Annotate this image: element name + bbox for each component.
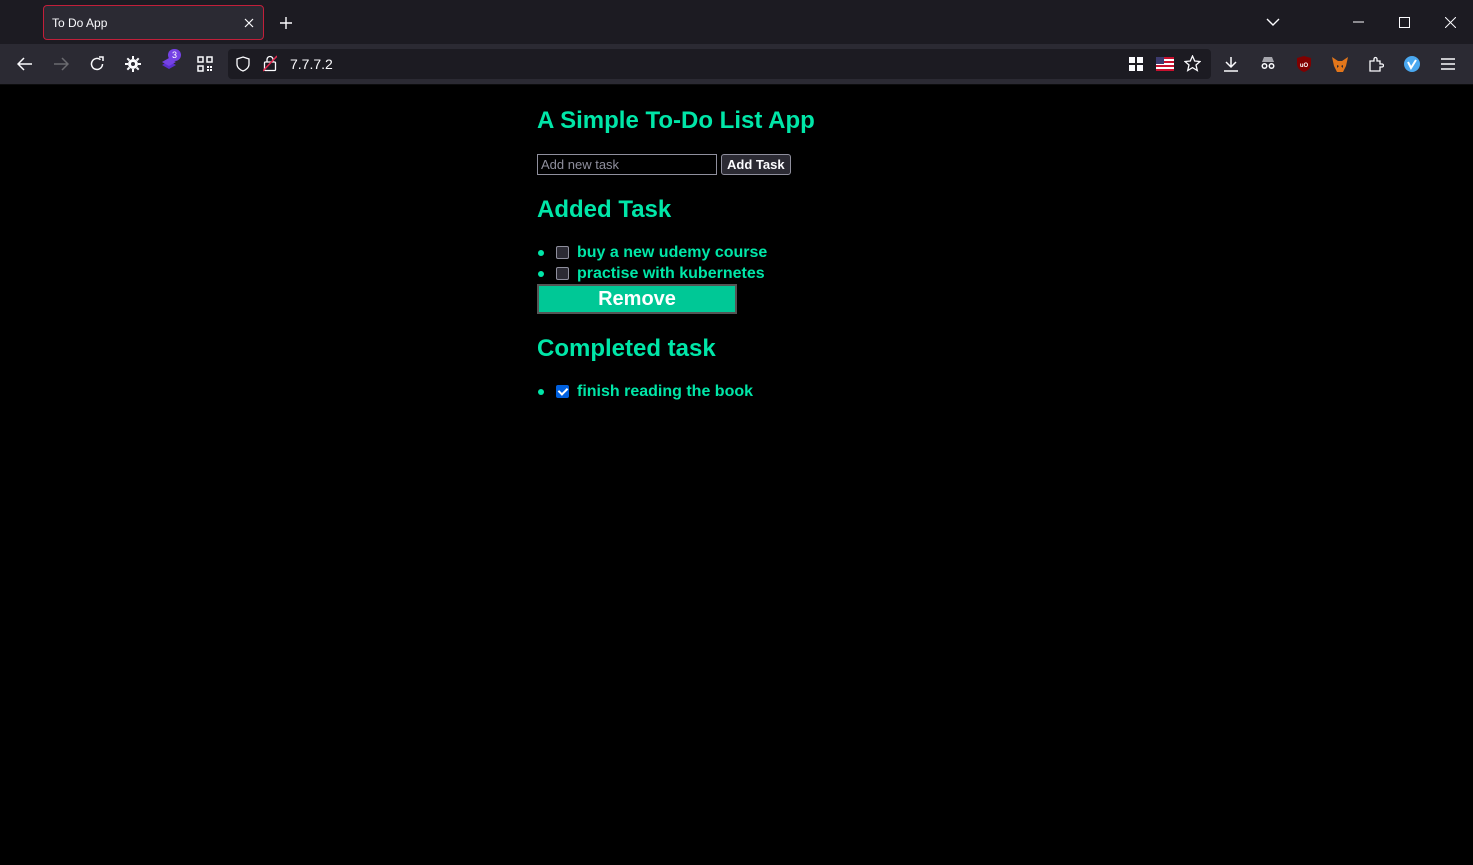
maximize-icon[interactable] <box>1381 0 1427 44</box>
insecure-lock-icon[interactable] <box>262 55 278 77</box>
task-item: practise with kubernetes <box>537 263 767 284</box>
task-item: finish reading the book <box>537 381 753 402</box>
close-window-icon[interactable] <box>1427 0 1473 44</box>
close-tab-icon[interactable] <box>235 9 263 37</box>
shield-icon[interactable] <box>236 56 250 77</box>
url-text: 7.7.7.2 <box>290 56 333 72</box>
added-task-list: buy a new udemy course practise with kub… <box>537 242 767 284</box>
spy-extension-icon[interactable] <box>1254 50 1282 78</box>
task-checkbox[interactable] <box>556 246 569 259</box>
task-label: finish reading the book <box>577 382 754 400</box>
browser-tab[interactable]: To Do App <box>43 5 264 40</box>
grid-extension-icon[interactable] <box>1128 56 1144 77</box>
metamask-fox-icon[interactable] <box>1326 50 1354 78</box>
page-content: A Simple To-Do List App Add Task Added T… <box>0 86 1473 865</box>
gear-extension-icon[interactable] <box>119 50 147 78</box>
page-title: A Simple To-Do List App <box>537 107 815 134</box>
browser-toolbar: 3 7.7.7.2 uO <box>0 44 1473 85</box>
extensions-puzzle-icon[interactable] <box>1362 50 1390 78</box>
bullet-icon <box>538 249 544 256</box>
new-task-input[interactable] <box>537 154 717 175</box>
downloads-icon[interactable] <box>1217 50 1245 78</box>
task-checkbox[interactable] <box>556 267 569 280</box>
task-label: buy a new udemy course <box>577 243 768 261</box>
add-task-row: Add Task <box>537 154 791 175</box>
hamburger-menu-icon[interactable] <box>1434 50 1462 78</box>
task-item: buy a new udemy course <box>537 242 767 263</box>
bullet-icon <box>538 270 544 277</box>
us-flag-icon[interactable] <box>1156 57 1174 76</box>
back-icon[interactable] <box>11 50 39 78</box>
task-label: practise with kubernetes <box>577 264 765 282</box>
extension-badge: 3 <box>168 49 181 61</box>
reload-icon[interactable] <box>83 50 111 78</box>
forward-icon[interactable] <box>47 50 75 78</box>
list-all-tabs-icon[interactable] <box>1258 8 1288 36</box>
minimize-icon[interactable] <box>1335 0 1381 44</box>
window-controls <box>1335 0 1473 44</box>
new-tab-icon[interactable] <box>272 9 300 37</box>
bullet-icon <box>538 388 544 395</box>
remove-button[interactable]: Remove <box>537 284 737 314</box>
svg-text:uO: uO <box>1300 63 1309 69</box>
vimeo-extension-icon[interactable] <box>1398 50 1426 78</box>
ublock-origin-icon[interactable]: uO <box>1290 50 1318 78</box>
tab-title: To Do App <box>52 15 108 30</box>
task-checkbox-checked[interactable] <box>556 385 569 398</box>
address-bar[interactable]: 7.7.7.2 <box>228 49 1211 79</box>
completed-task-list: finish reading the book <box>537 381 753 402</box>
qr-code-icon[interactable] <box>191 50 219 78</box>
add-task-button[interactable]: Add Task <box>721 154 791 175</box>
completed-task-heading: Completed task <box>537 335 716 362</box>
bookmark-star-icon[interactable] <box>1183 54 1202 77</box>
browser-titlebar: To Do App <box>0 0 1473 44</box>
added-task-heading: Added Task <box>537 196 672 223</box>
